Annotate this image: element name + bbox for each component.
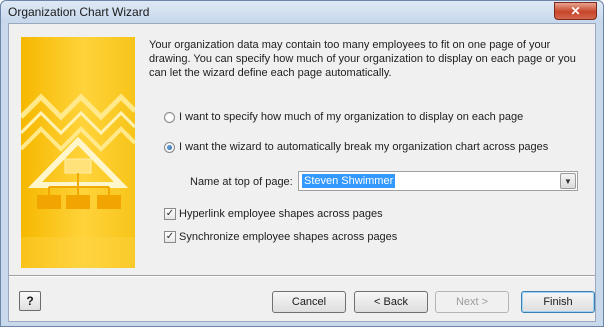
footer-divider [9,275,595,277]
synchronize-checkbox[interactable]: ✓ [164,231,176,243]
cancel-button[interactable]: Cancel [272,291,346,313]
hyperlink-option[interactable]: ✓ Hyperlink employee shapes across pages [164,208,383,220]
wizard-window: Organization Chart Wizard ✕ Your organiz… [0,0,604,327]
auto-radio[interactable] [164,141,175,153]
wizard-banner-image [21,37,135,268]
next-button[interactable]: Next > [435,291,509,313]
org-chart-illustration [21,93,135,268]
window-title: Organization Chart Wizard [8,5,150,19]
title-bar[interactable]: Organization Chart Wizard ✕ [1,1,603,23]
name-at-top-label: Name at top of page: [190,176,293,188]
help-icon: ? [26,294,34,308]
synchronize-checkbox-label[interactable]: Synchronize employee shapes across pages [179,231,397,243]
close-icon: ✕ [570,4,581,18]
option-manual-pages[interactable]: I want to specify how much of my organiz… [164,111,523,123]
name-at-top-value[interactable]: Steven Shwimmer [302,174,396,188]
back-button[interactable]: < Back [354,291,428,313]
manual-radio-label[interactable]: I want to specify how much of my organiz… [179,111,523,123]
chevron-down-icon[interactable]: ▼ [560,173,576,189]
name-at-top-combobox[interactable]: Steven Shwimmer ▼ [298,171,578,191]
close-button[interactable]: ✕ [554,2,597,20]
manual-radio[interactable] [164,111,175,123]
option-auto-pages[interactable]: I want the wizard to automatically break… [164,141,548,153]
hyperlink-checkbox[interactable]: ✓ [164,208,176,220]
synchronize-option[interactable]: ✓ Synchronize employee shapes across pag… [164,231,397,243]
finish-button[interactable]: Finish [521,291,595,313]
hyperlink-checkbox-label[interactable]: Hyperlink employee shapes across pages [179,208,383,220]
wizard-body: Your organization data may contain too m… [8,23,596,322]
intro-text: Your organization data may contain too m… [149,39,576,79]
help-button[interactable]: ? [19,291,41,311]
auto-radio-label[interactable]: I want the wizard to automatically break… [179,141,548,153]
